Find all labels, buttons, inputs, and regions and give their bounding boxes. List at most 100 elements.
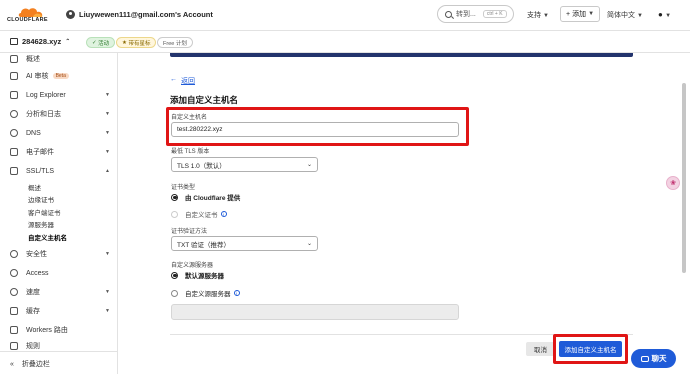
account-switcher[interactable]: Liuywewen111@gmail.com's Account [66,10,213,19]
tls-label: 最低 TLS 版本 [171,149,210,155]
cancel-button[interactable]: 取消 [526,342,555,356]
page-title: 添加自定义主机名 [170,95,239,105]
sidebar-item-cache[interactable]: 缓存 ▼ [10,305,114,317]
add-label: 添加 [572,11,587,18]
origin-radio-custom[interactable]: 自定义源服务器 i [171,288,240,298]
sidebar-item-overview[interactable]: 概述 [10,53,114,65]
sidebar-sub-origin-server[interactable]: 源服务器 [28,219,54,229]
origin-label: 自定义源服务器 [171,263,214,269]
sidebar-item-label: DNS [26,129,41,137]
analytics-icon [10,110,18,118]
cloudflare-logo[interactable]: CLOUDFLARE [7,6,57,24]
search-button[interactable]: 转到... ctrl + K [437,5,514,23]
top-header: CLOUDFLARE Liuywewen111@gmail.com's Acco… [0,0,690,31]
list-icon [10,55,18,63]
collapse-sidebar-button[interactable]: « 折叠边栏 [10,359,50,369]
rules-icon [10,342,18,350]
chevron-down-icon: ▼ [105,111,110,117]
cache-icon [10,307,18,315]
sidebar-item-label: 安全性 [26,251,47,258]
sidebar-item-label: SSL/TLS [26,167,55,175]
sidebar-sub-custom-hostnames[interactable]: 自定义主机名 [28,232,67,242]
lock-icon [10,167,18,175]
zone-selector[interactable]: 284628.xyz ⌃ [10,37,70,46]
sidebar-item-workers-routes[interactable]: Workers 路由 [10,324,114,336]
chevron-down-icon: ⌄ [306,241,312,247]
zone-name: 284628.xyz [22,37,62,46]
website-icon [10,38,18,45]
scrollbar[interactable] [682,83,686,273]
main-content: ← 返回 添加自定义主机名 自定义主机名 test.280222.xyz 最低 … [118,53,690,374]
cert-type-label: 证书类型 [171,185,196,191]
chat-button[interactable]: 聊天 [631,349,676,368]
user-circle-icon [66,10,75,19]
add-custom-hostname-button[interactable]: 添加自定义主机名 [559,341,622,357]
chevron-down-icon: ⌄ [306,162,312,168]
info-icon[interactable]: i [220,211,227,217]
dns-icon [10,129,18,137]
search-icon [445,10,452,18]
shield-icon [10,250,18,258]
sidebar-item-ssl-tls[interactable]: SSL/TLS ▲ [10,165,114,177]
user-icon: ● [658,10,663,19]
radio-icon [171,210,178,218]
assistant-float-icon[interactable]: ❀ [666,176,680,190]
verify-label: 证书验证方法 [171,229,208,235]
sidebar-sub-overview[interactable]: 概述 [28,182,41,192]
star-badge[interactable]: ★ 带有星标 [116,37,157,48]
info-icon[interactable]: i [233,290,240,296]
chat-icon [640,355,649,362]
sidebar-item-label: 分析和日志 [26,111,61,118]
sidebar-item-label: Workers 路由 [26,327,68,334]
verify-select[interactable]: TXT 验证（推荐） ⌄ [171,236,318,251]
sidebar-item-label: 速度 [26,289,40,296]
sidebar-item-access[interactable]: Access [10,267,114,279]
origin-radio-default[interactable]: 默认源服务器 [171,270,224,280]
log-icon [10,91,18,99]
sidebar-item-dns[interactable]: DNS ▼ [10,127,114,139]
sidebar: 概述 AI 审核 Beta Log Explorer ▼ 分析和日志 ▼ DNS… [0,53,118,374]
language-menu[interactable]: 简体中文 ▼ [607,10,643,20]
sidebar-item-ai-audit[interactable]: AI 审核 Beta [10,70,114,82]
plus-icon: + [565,10,571,18]
support-menu[interactable]: 支持 ▼ [527,10,549,20]
tls-value: TLS 1.0（默认） [177,162,226,170]
access-icon [10,269,18,277]
sidebar-item-email[interactable]: 电子邮件 ▼ [10,146,114,158]
chevron-down-icon: ▼ [542,13,549,19]
ai-icon [10,72,18,80]
sidebar-item-log-explorer[interactable]: Log Explorer ▼ [10,89,114,101]
sidebar-item-security[interactable]: 安全性 ▼ [10,248,114,260]
chevron-up-icon: ▲ [105,168,110,174]
cert-radio-custom[interactable]: 自定义证书 i [171,209,227,219]
header-band [170,53,633,57]
account-name: Liuywewen111@gmail.com's Account [79,10,213,19]
chevron-down-icon: ▼ [105,149,110,155]
chevron-down-icon: ▼ [105,130,110,136]
plan-badge: Free 计划 [157,37,193,48]
sidebar-sub-client-certs[interactable]: 客户端证书 [28,207,61,217]
footer-divider [170,334,633,335]
cert-radio-cloudflare[interactable]: 由 Cloudflare 提供 [171,192,240,202]
radio-icon [171,289,178,297]
chevron-down-icon: ▼ [105,92,110,98]
hostname-input[interactable]: test.280222.xyz [171,122,459,137]
back-link[interactable]: ← 返回 [170,76,195,86]
sidebar-item-speed[interactable]: 速度 ▼ [10,286,114,298]
add-button[interactable]: + 添加 ▼ [560,6,600,22]
user-menu[interactable]: ● ▼ [658,10,671,19]
search-label: 转到... [456,11,476,18]
sidebar-item-analytics[interactable]: 分析和日志 ▼ [10,108,114,120]
sidebar-divider [0,351,118,352]
tls-select[interactable]: TLS 1.0（默认） ⌄ [171,157,318,172]
sidebar-item-label: 缓存 [26,308,40,315]
sidebar-item-label: 电子邮件 [26,149,54,156]
chevron-down-icon: ▼ [588,11,595,17]
verify-value: TXT 验证（推荐） [177,241,230,249]
sidebar-item-label: 规则 [26,343,40,350]
hostname-label: 自定义主机名 [171,115,208,121]
chevron-down-icon: ▼ [105,251,110,257]
radio-label: 自定义源服务器 [185,291,231,298]
sidebar-item-rules[interactable]: 规则 [10,342,114,350]
sidebar-sub-edge-certs[interactable]: 边缘证书 [28,194,54,204]
